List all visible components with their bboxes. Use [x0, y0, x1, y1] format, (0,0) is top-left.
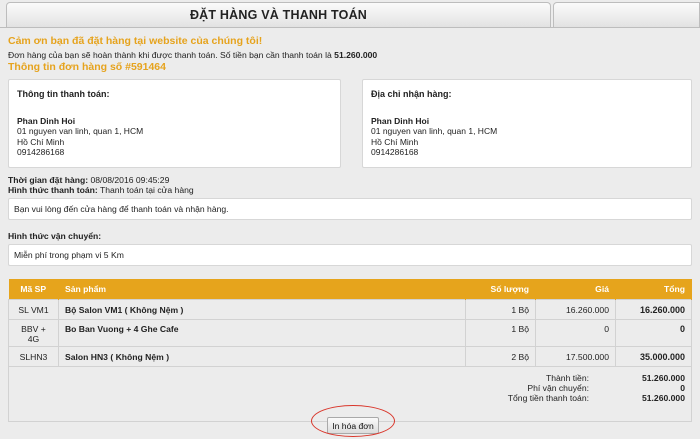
- totals-row: Thành tiền: 51.260.000 Phí vận chuyển: 0…: [8, 365, 692, 422]
- cell-qty: 2 Bộ: [465, 345, 537, 367]
- page-title-tab: ĐẶT HÀNG VÀ THANH TOÁN: [6, 2, 551, 27]
- title-divider: [0, 27, 700, 28]
- totals-cell: Thành tiền: 51.260.000 Phí vận chuyển: 0…: [8, 365, 692, 422]
- shipping-address2: Hồ Chí Minh: [371, 136, 419, 147]
- col-header-code: Mã SP: [8, 279, 59, 299]
- payment-method-value: Thanh toán tại cửa hàng: [100, 185, 194, 195]
- col-header-qty: Số lượng: [465, 279, 537, 299]
- order-time-value: 08/08/2016 09:45:29: [90, 175, 170, 185]
- subtotal-value: 51.260.000: [641, 372, 685, 383]
- cell-total: 16.260.000: [615, 298, 692, 320]
- order-time: Thời gian đặt hàng: 08/08/2016 09:45:29: [8, 175, 169, 185]
- order-number-heading: Thông tin đơn hàng số #591464: [8, 61, 166, 73]
- billing-address1: 01 nguyen van linh, quan 1, HCM: [17, 126, 144, 136]
- billing-name: Phan Dinh Hoi: [17, 116, 76, 126]
- totals-summary: Thành tiền: 51.260.000 Phí vận chuyển: 0…: [15, 373, 685, 403]
- shipping-method-label: Hình thức vận chuyển:: [8, 231, 102, 241]
- cell-code: SL VM1: [8, 298, 59, 320]
- shipping-fee-label: Phí vận chuyển:: [527, 382, 589, 393]
- cell-code: BBV + 4G: [8, 318, 59, 347]
- shipping-address-heading: Địa chỉ nhận hàng:: [371, 89, 452, 99]
- billing-heading: Thông tin thanh toán:: [17, 89, 110, 99]
- table-row: SL VM1 Bộ Salon VM1 ( Không Nệm ) 1 Bộ 1…: [8, 298, 692, 320]
- cell-code: SLHN3: [8, 345, 59, 367]
- table-header-row: Mã SP Sản phẩm Số lượng Giá Tổng: [8, 279, 692, 299]
- shipping-phone: 0914286168: [371, 147, 419, 157]
- cell-product: Bộ Salon VM1 ( Không Nệm ): [57, 298, 467, 320]
- shipping-name: Phan Dinh Hoi: [371, 116, 430, 126]
- shipping-address-box: Địa chỉ nhận hàng: Phan Dinh Hoi 01 nguy…: [362, 79, 692, 168]
- billing-info-box: Thông tin thanh toán: Phan Dinh Hoi 01 n…: [8, 79, 341, 168]
- shipping-note-box: Miễn phí trong phạm vi 5 Km: [8, 244, 692, 266]
- table-row: BBV + 4G Bo Ban Vuong + 4 Ghe Cafe 1 Bộ …: [8, 318, 692, 347]
- billing-phone: 0914286168: [17, 147, 65, 157]
- order-time-label: Thời gian đặt hàng:: [8, 175, 89, 185]
- order-items-table: Mã SP Sản phẩm Số lượng Giá Tổng SL VM1 …: [8, 279, 692, 422]
- col-header-price: Giá: [535, 279, 616, 299]
- cell-product: Bo Ban Vuong + 4 Ghe Cafe: [57, 318, 467, 347]
- cell-price: 16.260.000: [535, 298, 616, 320]
- subtotal-label: Thành tiền:: [546, 372, 589, 383]
- cell-qty: 1 Bộ: [465, 298, 537, 320]
- col-header-total: Tổng: [615, 279, 692, 299]
- cell-price: 0: [535, 318, 616, 347]
- payment-note-box: Bạn vui lòng đến cửa hàng để thanh toán …: [8, 198, 692, 220]
- grand-total-value: 51.260.000: [641, 392, 685, 403]
- order-note-amount: 51.260.000: [334, 50, 378, 60]
- payment-method: Hình thức thanh toán: Thanh toán tại cửa…: [8, 185, 194, 195]
- print-invoice-button[interactable]: In hóa đơn: [327, 417, 379, 434]
- cell-qty: 1 Bộ: [465, 318, 537, 347]
- payment-method-label: Hình thức thanh toán:: [8, 185, 98, 195]
- shipping-fee-value: 0: [680, 382, 685, 393]
- shipping-method: Hình thức vận chuyển:: [8, 231, 101, 241]
- thanks-message: Cảm ơn bạn đã đặt hàng tại website của c…: [8, 35, 263, 47]
- cell-price: 17.500.000: [535, 345, 616, 367]
- cell-product: Salon HN3 ( Không Nệm ): [57, 345, 467, 367]
- col-header-product: Sản phẩm: [58, 279, 467, 299]
- cell-total: 35.000.000: [615, 345, 692, 367]
- order-note-text: Đơn hàng của bạn sẽ hoàn thành khi được …: [8, 50, 335, 60]
- secondary-tab: [553, 2, 700, 27]
- grand-total-label: Tổng tiền thanh toán:: [507, 392, 589, 403]
- billing-address2: Hồ Chí Minh: [17, 136, 65, 147]
- table-row: SLHN3 Salon HN3 ( Không Nệm ) 2 Bộ 17.50…: [8, 345, 692, 367]
- cell-total: 0: [615, 318, 692, 347]
- page-title: ĐẶT HÀNG VÀ THANH TOÁN: [189, 8, 368, 22]
- shipping-address1: 01 nguyen van linh, quan 1, HCM: [371, 126, 498, 136]
- order-payment-note: Đơn hàng của bạn sẽ hoàn thành khi được …: [8, 50, 377, 60]
